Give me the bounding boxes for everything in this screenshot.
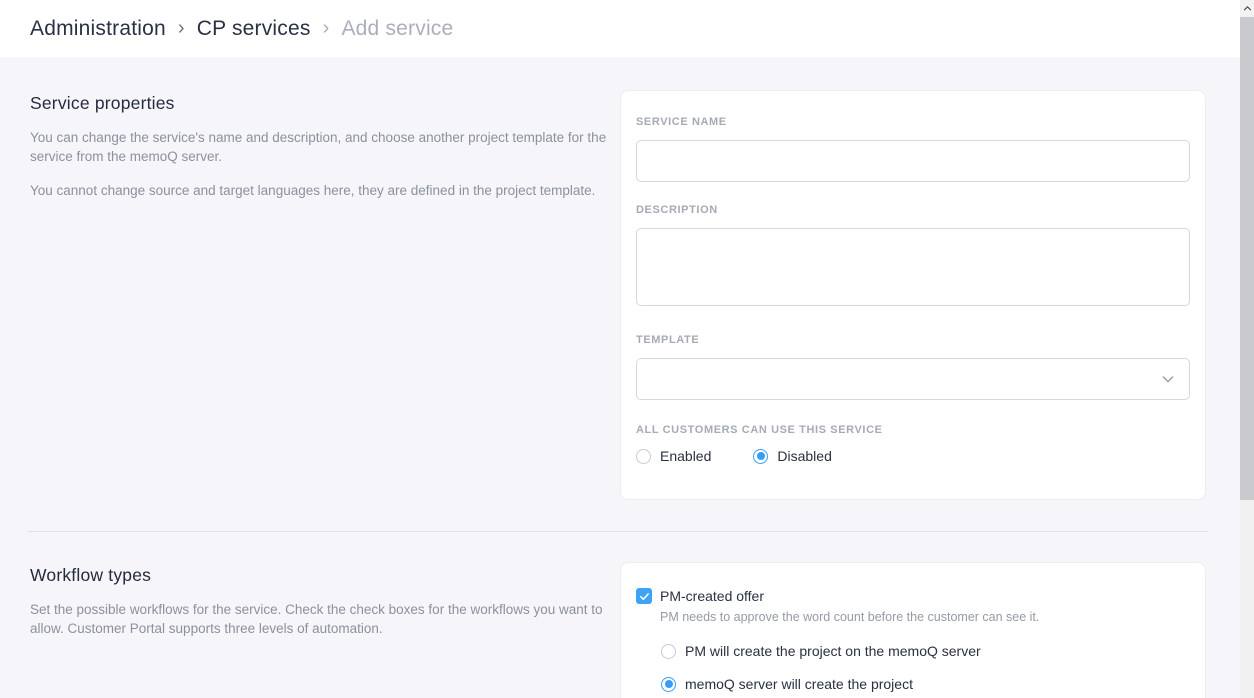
radio-option-label: Disabled xyxy=(777,448,831,464)
workflow-types-intro: Workflow types Set the possible workflow… xyxy=(30,565,618,654)
breadcrumb-separator-icon: › xyxy=(178,17,185,40)
pm-created-offer-description: PM needs to approve the word count befor… xyxy=(660,609,1190,625)
section-description: You can change the service's name and de… xyxy=(30,129,618,166)
radio-option-label: PM will create the project on the memoQ … xyxy=(685,643,981,659)
pm-created-offer-label[interactable]: PM-created offer xyxy=(660,588,764,604)
description-textarea[interactable] xyxy=(636,228,1190,306)
scrollbar-up-button[interactable] xyxy=(1240,0,1254,17)
breadcrumb-add-service: Add service xyxy=(341,17,453,41)
template-label: TEMPLATE xyxy=(636,334,1190,346)
radio-option-enabled[interactable]: Enabled xyxy=(636,448,711,464)
radio-option-disabled[interactable]: Disabled xyxy=(753,448,831,464)
radio-option-pm-creates-project[interactable]: PM will create the project on the memoQ … xyxy=(661,643,1190,659)
scrollbar-thumb[interactable] xyxy=(1240,17,1254,500)
radio-icon[interactable] xyxy=(661,677,676,692)
service-properties-card: SERVICE NAME DESCRIPTION TEMPLATE ALL CU… xyxy=(620,90,1206,500)
all-customers-radio-group: Enabled Disabled xyxy=(636,448,1190,464)
section-description: You cannot change source and target lang… xyxy=(30,182,618,201)
chevron-up-icon xyxy=(1243,4,1252,13)
breadcrumb-administration[interactable]: Administration xyxy=(30,17,166,41)
main-content: Service properties You can change the se… xyxy=(0,57,1240,698)
pm-created-offer-checkbox[interactable] xyxy=(636,588,652,604)
breadcrumb-cp-services[interactable]: CP services xyxy=(197,17,311,41)
section-title-workflow-types: Workflow types xyxy=(30,565,618,586)
service-properties-intro: Service properties You can change the se… xyxy=(30,93,618,217)
vertical-scrollbar[interactable] xyxy=(1240,0,1254,698)
template-select[interactable] xyxy=(636,358,1190,400)
radio-option-label: Enabled xyxy=(660,448,711,464)
section-divider xyxy=(28,531,1208,532)
breadcrumb: Administration › CP services › Add servi… xyxy=(30,0,453,57)
checkmark-icon xyxy=(639,591,650,602)
chevron-down-icon xyxy=(1160,371,1176,392)
radio-icon[interactable] xyxy=(661,644,676,659)
service-name-label: SERVICE NAME xyxy=(636,116,1190,128)
all-customers-label: ALL CUSTOMERS CAN USE THIS SERVICE xyxy=(636,424,1190,436)
radio-option-label: memoQ server will create the project xyxy=(685,676,913,692)
section-description: Set the possible workflows for the servi… xyxy=(30,601,618,638)
section-title-service-properties: Service properties xyxy=(30,93,618,114)
description-label: DESCRIPTION xyxy=(636,204,1190,216)
workflow-types-card: PM-created offer PM needs to approve the… xyxy=(620,562,1206,698)
service-name-input[interactable] xyxy=(636,140,1190,182)
radio-icon[interactable] xyxy=(636,449,651,464)
radio-icon[interactable] xyxy=(753,449,768,464)
pm-created-offer-row: PM-created offer xyxy=(636,588,1190,604)
breadcrumb-separator-icon: › xyxy=(323,17,330,40)
radio-option-server-creates-project[interactable]: memoQ server will create the project xyxy=(661,676,1190,692)
breadcrumb-bar: Administration › CP services › Add servi… xyxy=(0,0,1240,57)
